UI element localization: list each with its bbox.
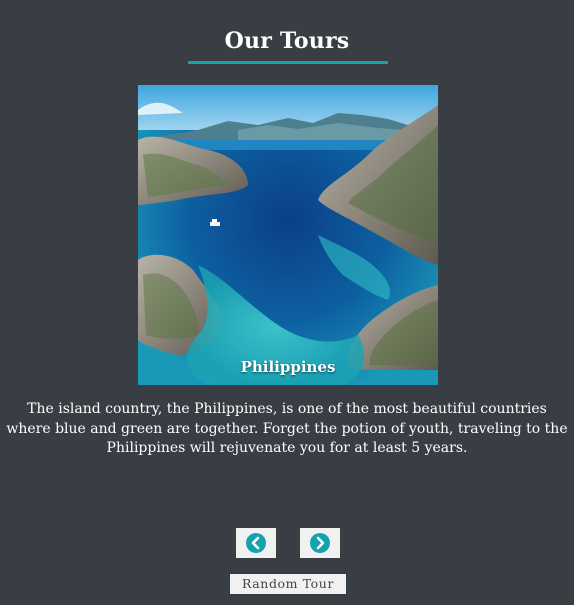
title-underline: [188, 61, 388, 64]
random-tour-button[interactable]: Random Tour: [230, 574, 346, 594]
tour-name: Philippines: [240, 358, 336, 376]
chevron-right-circle-icon: [310, 533, 330, 553]
section-title: Our Tours: [224, 28, 350, 54]
tour-description: The island country, the Philippines, is …: [6, 401, 568, 456]
chevron-left-circle-icon: [246, 533, 266, 553]
previous-tour-button[interactable]: [236, 528, 276, 558]
next-tour-button[interactable]: [300, 528, 340, 558]
tropical-lagoon-photo-icon: [138, 85, 438, 385]
tour-image: [138, 85, 438, 385]
tours-section: Our Tours Philippines The island country…: [0, 0, 574, 605]
